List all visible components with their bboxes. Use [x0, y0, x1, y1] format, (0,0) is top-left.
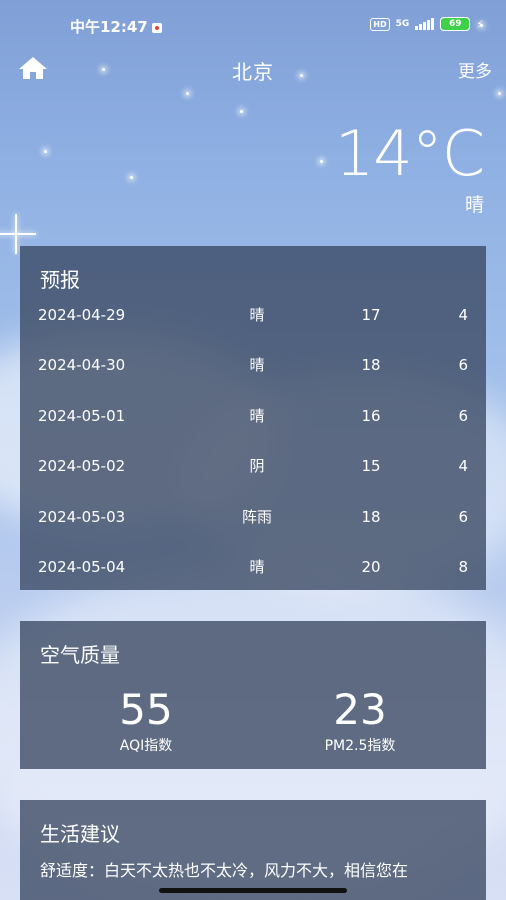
forecast-row: 2024-04-29 晴 17 4 [20, 300, 486, 350]
more-button[interactable]: 更多 [458, 57, 492, 82]
life-advice-panel: 生活建议 舒适度：白天不太热也不太冷，风力不大，相信您在 [20, 800, 486, 900]
forecast-date: 2024-05-04 [38, 557, 126, 576]
pm25-cell: 23 PM2.5指数 [260, 687, 460, 755]
forecast-row: 2024-05-03 阵雨 18 6 [20, 502, 486, 552]
forecast-date: 2024-05-02 [38, 457, 126, 476]
forecast-date: 2024-04-30 [38, 356, 126, 375]
forecast-panel: 预报 2024-04-29 晴 17 4 2024-04-30 晴 18 6 2… [20, 246, 486, 590]
forecast-max-temp: 18 [361, 356, 381, 375]
forecast-row: 2024-05-01 晴 16 6 [20, 401, 486, 451]
home-indicator[interactable] [159, 888, 347, 893]
forecast-min-temp: 4 [458, 306, 468, 324]
forecast-max-temp: 15 [361, 457, 381, 476]
top-nav: 北京 更多 [0, 48, 506, 88]
forecast-max-temp: 20 [361, 557, 381, 576]
city-title: 北京 [232, 60, 274, 84]
forecast-date: 2024-05-03 [38, 507, 126, 526]
forecast-date: 2024-04-29 [38, 306, 126, 324]
air-quality-panel: 空气质量 55 AQI指数 23 PM2.5指数 [20, 621, 486, 769]
aqi-value: 55 [119, 685, 173, 734]
forecast-condition: 晴 [249, 356, 265, 375]
bolt-icon: ⚡ [476, 17, 484, 31]
comfort-advice: 舒适度：白天不太热也不太冷，风力不大，相信您在 [40, 861, 409, 880]
aqi-label: AQI指数 [119, 738, 173, 754]
status-time-text: 中午12:47 [70, 18, 148, 36]
pm25-value: 23 [333, 685, 387, 734]
forecast-condition: 阵雨 [241, 507, 272, 526]
forecast-condition: 晴 [249, 557, 265, 576]
aqi-cell: 55 AQI指数 [46, 687, 246, 755]
battery-level: 69 [449, 19, 462, 29]
forecast-row: 2024-05-04 晴 20 8 [20, 552, 486, 602]
forecast-min-temp: 6 [458, 406, 468, 425]
forecast-condition: 阴 [249, 457, 265, 476]
forecast-date: 2024-05-01 [38, 406, 126, 425]
forecast-max-temp: 18 [361, 507, 381, 526]
status-indicators: HD 5G 69 ⚡ [370, 17, 484, 31]
forecast-row: 2024-04-30 晴 18 6 [20, 350, 486, 400]
signal-icon [415, 18, 435, 30]
forecast-condition: 晴 [249, 406, 265, 425]
life-advice-title: 生活建议 [40, 822, 120, 846]
status-bar: 中午12:47 HD 5G 69 ⚡ [0, 0, 506, 48]
current-temperature: 14°C [334, 117, 485, 190]
forecast-min-temp: 6 [458, 356, 468, 375]
battery-icon: 69 [440, 17, 471, 31]
status-time: 中午12:47 [70, 16, 162, 37]
notification-icon [151, 22, 162, 33]
forecast-min-temp: 8 [458, 557, 468, 576]
network-label: 5G [395, 19, 410, 29]
forecast-min-temp: 6 [458, 507, 468, 526]
pm25-label: PM2.5指数 [324, 738, 396, 754]
forecast-row: 2024-05-02 阴 15 4 [20, 451, 486, 501]
forecast-max-temp: 16 [361, 406, 381, 425]
forecast-max-temp: 17 [361, 306, 381, 324]
hd-badge: HD [370, 17, 390, 31]
air-quality-title: 空气质量 [40, 643, 120, 667]
forecast-title: 预报 [40, 268, 80, 292]
forecast-min-temp: 4 [458, 457, 468, 476]
forecast-condition: 晴 [249, 306, 265, 324]
current-condition: 晴 [464, 194, 484, 216]
